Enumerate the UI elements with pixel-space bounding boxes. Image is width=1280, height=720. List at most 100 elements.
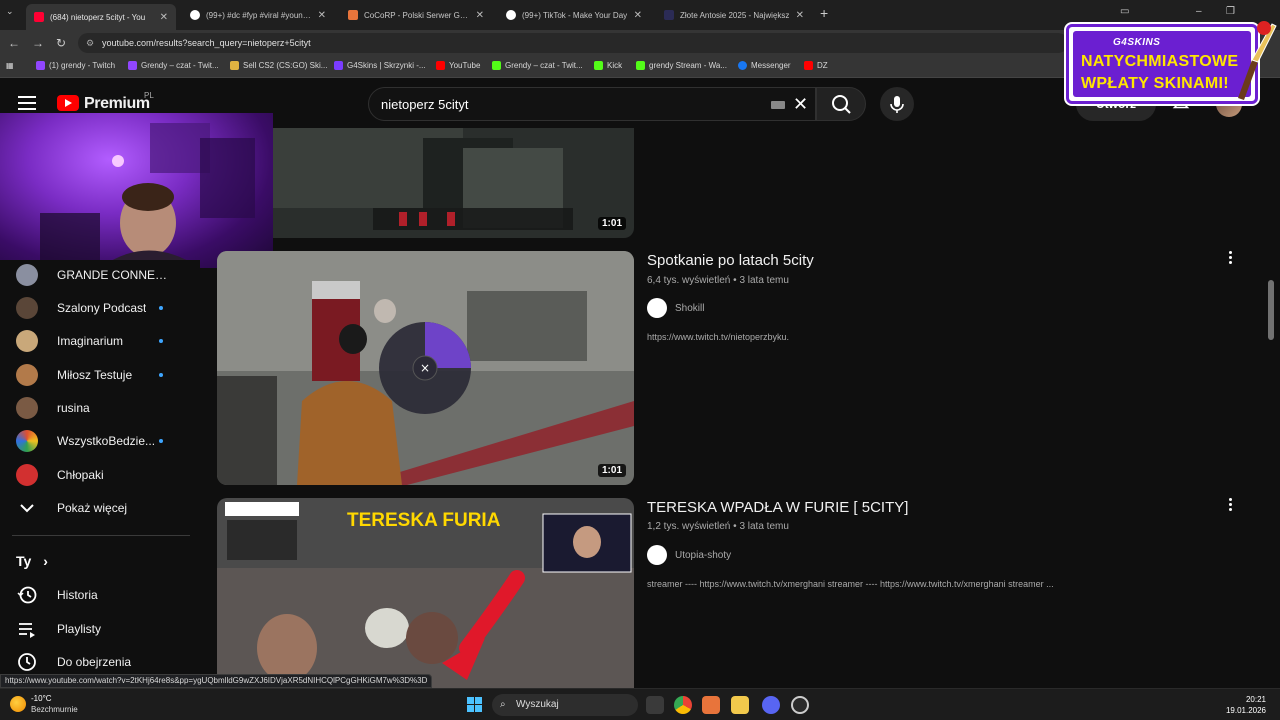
channel-name: WszystkoBedzie... (57, 434, 156, 448)
zlote-antosie-favicon-icon (664, 10, 674, 20)
sidebar-sub-milosz-testuje[interactable]: Miłosz Testuje (16, 363, 196, 387)
tab-youtube[interactable]: (684) nietoperz 5cityt - You ✕ (26, 4, 176, 30)
video-menu-icon[interactable] (1226, 498, 1234, 514)
restore-icon[interactable]: ❐ (1226, 6, 1235, 17)
app-icon[interactable] (702, 696, 720, 714)
bookmark-item[interactable]: YouTube (436, 61, 480, 70)
sidebar-sub-chlopaki[interactable]: Chłopaki (16, 463, 196, 487)
thumbnail-image (273, 128, 634, 238)
tab-label: (684) nietoperz 5cityt - You (50, 12, 146, 22)
forward-icon[interactable]: → (32, 36, 44, 50)
apps-grid-icon[interactable]: ▦ (6, 61, 14, 70)
youtube-logo-icon[interactable] (57, 95, 79, 111)
search-input[interactable]: nietoperz 5cityt ✕ (368, 87, 816, 121)
bookmark-item[interactable]: Grendy – czat - Twit... (492, 61, 583, 70)
chrome-icon[interactable] (674, 696, 692, 714)
reload-icon[interactable]: ↻ (56, 36, 66, 50)
video-thumbnail-3[interactable]: TERESKA FURIA (217, 498, 634, 688)
bookmark-label: G4Skins | Skrzynki -... (347, 61, 426, 70)
twitch-icon (36, 61, 45, 70)
microphone-icon (890, 96, 904, 113)
sidebar-sub-wszystkobedzie[interactable]: WszystkoBedzie... (16, 429, 196, 453)
bookmark-item[interactable]: Grendy – czat - Twit... (128, 61, 219, 70)
video-title[interactable]: TERESKA WPADŁA W FURIE [ 5CITY] (647, 499, 908, 516)
system-clock[interactable]: 20:21 19.01.2026 (1226, 694, 1266, 716)
file-explorer-icon[interactable] (731, 696, 749, 714)
discord-icon[interactable] (762, 696, 780, 714)
tiktok-favicon-icon (506, 10, 516, 20)
tab-tiktok-2[interactable]: (99+) TikTok - Make Your Day ✕ (498, 4, 650, 26)
clear-search-icon[interactable]: ✕ (793, 94, 808, 115)
sidebar-sub-rusina[interactable]: rusina (16, 396, 196, 420)
notification-badge (1257, 21, 1271, 35)
knife-illustration (1238, 21, 1277, 100)
channel-link[interactable]: Shokill (647, 298, 704, 318)
ad-panel: G4SKINS NATYCHMIASTOWE WPŁATY SKINAMI! (1073, 31, 1251, 97)
cast-icon[interactable]: ▭ (1120, 6, 1129, 17)
sidebar-sub-grande-connect[interactable]: GRANDE CONNECT... (16, 263, 196, 287)
kick-icon (594, 61, 603, 70)
channel-name: Imaginarium (57, 334, 124, 348)
app-icon[interactable] (791, 696, 809, 714)
tab-cocorp[interactable]: CoCoRP - Polski Serwer GTA RP ✕ (340, 4, 492, 26)
bookmark-item[interactable]: DZ (804, 61, 828, 70)
channel-link[interactable]: Utopia-shoty (647, 545, 731, 565)
tab-search-icon[interactable]: ⌄ (6, 6, 14, 17)
minimize-icon[interactable]: – (1196, 6, 1202, 17)
sidebar-sub-imaginarium[interactable]: Imaginarium (16, 329, 196, 353)
tab-label: Złote Antosie 2025 - Największ (680, 10, 790, 20)
tab-label: CoCoRP - Polski Serwer GTA RP (364, 10, 470, 20)
show-more-button[interactable]: Pokaż więcej (16, 496, 196, 520)
bookmark-item[interactable]: grendy Stream - Wa... (636, 61, 727, 70)
menu-icon[interactable] (18, 96, 36, 110)
close-tab-icon[interactable]: ✕ (476, 10, 484, 21)
back-icon[interactable]: ← (8, 36, 20, 50)
bookmark-item[interactable]: Messenger (738, 61, 791, 70)
site-info-icon[interactable]: ⚙ (86, 33, 94, 53)
channel-avatar (16, 430, 38, 452)
video-menu-icon[interactable] (1226, 251, 1234, 267)
video-title[interactable]: Spotkanie po latach 5city (647, 252, 814, 269)
video-thumbnail-2[interactable]: × 1:01 (217, 251, 634, 485)
bookmark-label: grendy Stream - Wa... (649, 61, 727, 70)
bookmark-item[interactable]: (1) grendy - Twitch (36, 61, 115, 70)
youtube-icon (804, 61, 813, 70)
thumbnail-overlay-text: TERESKA FURIA (347, 510, 501, 531)
clock-time: 20:21 (1245, 695, 1266, 704)
sidebar-item-label: Playlisty (57, 622, 102, 636)
upload-age: 3 lata temu (739, 275, 789, 286)
chevron-down-icon (20, 504, 34, 513)
close-tab-icon[interactable]: ✕ (796, 10, 804, 21)
close-tab-icon[interactable]: ✕ (634, 10, 642, 21)
url-field[interactable]: ⚙ youtube.com/results?search_query=nieto… (78, 33, 1068, 53)
voice-search-button[interactable] (880, 87, 914, 121)
sidebar-item-label: Historia (57, 588, 98, 602)
close-tab-icon[interactable]: ✕ (318, 10, 326, 21)
cs2-icon (230, 61, 239, 70)
bookmark-item[interactable]: Sell CS2 (CS:GO) Ski... (230, 61, 327, 70)
search-button[interactable] (816, 87, 866, 121)
video-thumbnail-1[interactable]: 1:01 (273, 128, 634, 238)
bookmark-item[interactable]: G4Skins | Skrzynki -... (334, 61, 426, 70)
bookmark-item[interactable]: Kick (594, 61, 622, 70)
link-status-url: https://www.youtube.com/watch?v=2tKHj64r… (0, 674, 433, 688)
youtube-premium-logo[interactable]: Premium (84, 95, 150, 113)
sidebar-item-playlisty[interactable]: Playlisty (16, 617, 196, 641)
channel-avatar (16, 364, 38, 386)
kick-icon (636, 61, 645, 70)
sidebar-item-historia[interactable]: Historia (16, 583, 196, 607)
task-view-icon[interactable] (646, 696, 664, 714)
you-section-header[interactable]: Ty › (16, 553, 48, 569)
start-menu-icon[interactable] (467, 697, 483, 713)
close-tab-icon[interactable]: ✕ (160, 12, 168, 23)
weather-icon[interactable] (10, 696, 26, 712)
tab-tiktok-1[interactable]: (99+) #dc #fyp #viral #youngm ✕ (182, 4, 334, 26)
taskbar-search[interactable]: ⌕ Wyszukaj (492, 694, 638, 716)
sidebar-sub-szalony-podcast[interactable]: Szalony Podcast (16, 296, 196, 320)
keyboard-icon[interactable] (771, 101, 785, 109)
page-scrollbar[interactable] (1268, 280, 1274, 340)
new-tab-button[interactable]: + (820, 5, 828, 21)
sidebar-item-do-obejrzenia[interactable]: Do obejrzenia (16, 650, 196, 674)
video-meta: 6,4 tys. wyświetleń • 3 lata temu (647, 275, 789, 286)
tab-zlote-antosie[interactable]: Złote Antosie 2025 - Największ ✕ (656, 4, 812, 26)
